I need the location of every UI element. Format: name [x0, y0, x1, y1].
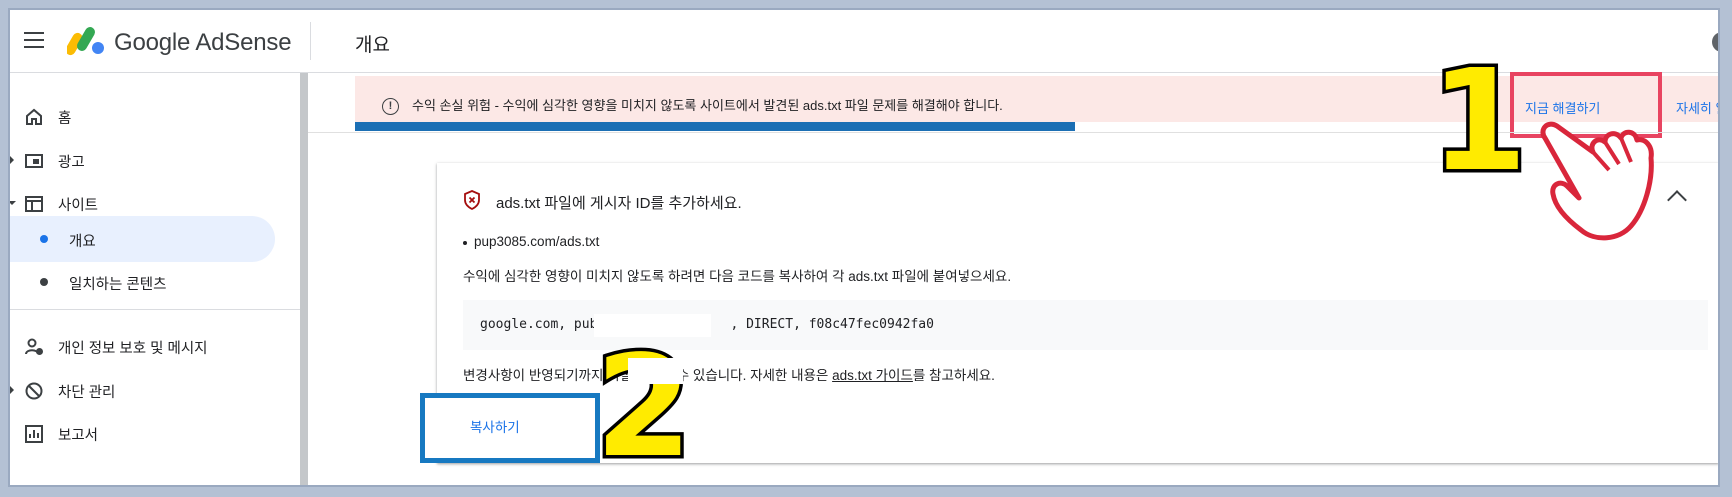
sidebar-scrollbar[interactable] [300, 73, 308, 485]
sidebar-item-home[interactable]: 홈 [10, 95, 290, 137]
error-icon: ! [382, 98, 399, 115]
bullet-dot-icon [463, 241, 467, 245]
sidebar-item-label: 개인 정보 보호 및 메시지 [58, 341, 208, 357]
privacy-icon [25, 338, 43, 355]
instruction-text: 수익에 심각한 영향이 미치지 않도록 하려면 다음 코드를 복사하여 각 ad… [463, 269, 1012, 284]
expand-arrow-icon[interactable] [10, 156, 14, 164]
help-icon[interactable]: ? [1712, 32, 1718, 52]
sidebar-item-privacy-messaging[interactable]: 개인 정보 보호 및 메시지 [10, 325, 290, 367]
alert-message: 수익 손실 위험 - 수익에 심각한 영향을 미치지 않도록 사이트에서 발견된… [412, 98, 1003, 113]
bullet-dot-icon [40, 235, 48, 243]
sidebar-divider [10, 309, 300, 310]
reports-icon [25, 425, 43, 443]
page-title: 개요 [355, 35, 390, 56]
learn-more-link[interactable]: 자세히 알 [1676, 98, 1718, 117]
block-icon [25, 382, 43, 400]
note-text: 변경사항이 반영되기까지 며칠이 걸릴 수 있습니다. 자세한 내용은 ads.… [463, 364, 995, 384]
annotation-underline [355, 122, 1075, 131]
sidebar-item-label: 일치하는 콘텐츠 [69, 277, 167, 293]
step-1-annotation: 1 [1426, 40, 1530, 203]
hamburger-menu-icon[interactable] [24, 32, 44, 48]
sidebar-item-blocking-controls[interactable]: 차단 관리 [10, 369, 290, 411]
ads-icon [25, 154, 43, 168]
copy-button[interactable]: 복사하기 [470, 416, 520, 436]
sidebar-item-label: 홈 [58, 111, 72, 127]
expand-arrow-icon[interactable] [10, 386, 14, 394]
annotation-overlap-mask [628, 358, 683, 384]
adsense-logo-icon [67, 27, 104, 56]
sites-icon [25, 196, 43, 212]
note-text-end: 를 참고하세요. [912, 368, 995, 383]
product-name: Google AdSense [114, 29, 292, 56]
pointing-hand-icon [1540, 121, 1654, 241]
sidebar-item-matched-content[interactable]: 일치하는 콘텐츠 [10, 259, 275, 305]
site-ads-txt-url: pup3085.com/ads.txt [474, 234, 600, 249]
app-window: Google AdSense 개요 ? 홈 광고 [8, 8, 1720, 487]
sidebar-item-label: 광고 [58, 155, 85, 171]
sidebar: 홈 광고 사이트 개요 일치하는 콘텐츠 개인 정보 보호 및 메시지 차단 관… [10, 73, 300, 485]
sidebar-item-label: 사이트 [58, 198, 99, 214]
sidebar-item-label: 개요 [69, 234, 96, 250]
collapse-arrow-icon[interactable] [10, 201, 16, 205]
sidebar-item-label: 차단 관리 [58, 385, 116, 401]
sidebar-item-label: 보고서 [58, 428, 99, 444]
home-icon [26, 108, 42, 125]
sidebar-item-ads[interactable]: 광고 [10, 139, 290, 181]
topbar-divider [310, 22, 311, 60]
card-title: ads.txt 파일에 게시자 ID를 추가하세요. [496, 195, 742, 212]
sidebar-item-overview[interactable]: 개요 [10, 216, 275, 262]
shield-error-icon [464, 190, 480, 210]
ads-txt-guide-link[interactable]: ads.txt 가이드 [832, 368, 913, 383]
sidebar-item-reports[interactable]: 보고서 [10, 412, 290, 454]
bullet-dot-icon [40, 278, 48, 286]
